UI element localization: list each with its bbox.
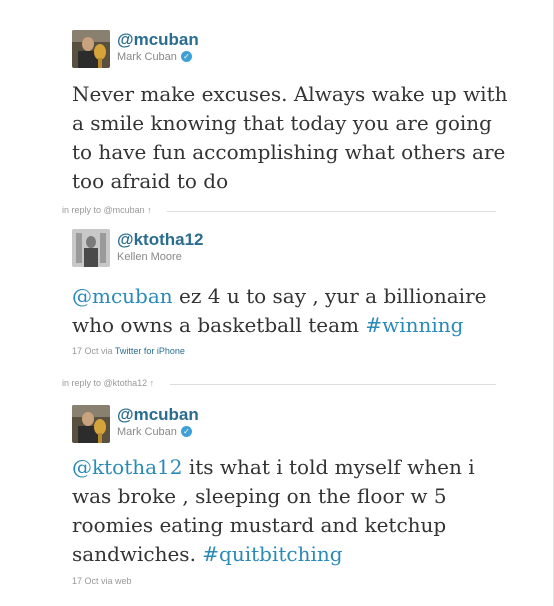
in-reply-to-link[interactable]: in reply to @ktotha12 ↑ xyxy=(62,378,159,388)
tweet-text-fragment: sandwiches. xyxy=(72,542,203,566)
tweet-meta: 17 Oct via web xyxy=(72,576,132,586)
mention-link[interactable]: @ktotha12 xyxy=(72,455,183,479)
tweet-text-fragment: who owns a basketball team xyxy=(72,313,366,337)
tweet-text-line: a smile knowing that today you are going xyxy=(72,111,492,135)
tweet-text-line: sandwiches. #quitbitching xyxy=(72,540,512,569)
in-reply-to-row: in reply to @ktotha12 ↑ xyxy=(62,378,496,388)
tweet-handle[interactable]: @mcuban xyxy=(117,30,199,50)
tweet-text-line: to have fun accomplishing what others ar… xyxy=(72,140,506,164)
tweet-text-line: roomies eating mustard and ketchup xyxy=(72,513,447,537)
in-reply-to-link[interactable]: in reply to @mcuban ↑ xyxy=(62,205,156,215)
hashtag-link[interactable]: #winning xyxy=(365,313,463,337)
in-reply-to-row: in reply to @mcuban ↑ xyxy=(62,205,496,215)
divider xyxy=(170,384,496,385)
verified-check-icon: ✓ xyxy=(180,425,192,437)
tweet-date[interactable]: 17 Oct xyxy=(72,346,99,356)
tweet-author-name: Mark Cuban ✓ xyxy=(117,425,192,438)
tweet-text-line: too afraid to do xyxy=(72,169,229,193)
avatar-mcuban[interactable] xyxy=(72,405,110,443)
tweet-text-line: @mcuban ez 4 u to say , yur a billionair… xyxy=(72,282,512,311)
author-name-text: Mark Cuban xyxy=(117,51,177,63)
mention-link[interactable]: @mcuban xyxy=(72,284,173,308)
tweet-handle[interactable]: @mcuban xyxy=(117,405,199,425)
tweet-meta: 17 Oct via Twitter for iPhone xyxy=(72,346,185,356)
tweet-author-name: Mark Cuban ✓ xyxy=(117,50,192,63)
hashtag-link[interactable]: #quitbitching xyxy=(202,542,342,566)
tweet-thread: @mcuban Mark Cuban ✓ Never make excuses. … xyxy=(0,0,554,606)
verified-check-icon: ✓ xyxy=(180,50,192,62)
tweet-handle[interactable]: @ktotha12 xyxy=(117,230,204,250)
tweet-date[interactable]: 17 Oct xyxy=(72,576,99,586)
avatar-ktotha12[interactable] xyxy=(72,229,110,267)
divider xyxy=(167,211,496,212)
tweet-text-fragment: ez 4 u to say , yur a billionaire xyxy=(172,284,487,308)
tweet-text-line: Never make excuses. Always wake up with xyxy=(72,82,508,106)
via-text: via xyxy=(98,346,115,356)
author-name-text: Mark Cuban xyxy=(117,426,177,438)
tweet-text-line: who owns a basketball team #winning xyxy=(72,311,512,340)
tweet-text-line: @ktotha12 its what i told myself when i xyxy=(72,453,512,482)
tweet-text: Never make excuses. Always wake up with … xyxy=(72,80,512,196)
via-source-text: via web xyxy=(98,576,132,586)
tweet-author-name: Kellen Moore xyxy=(117,251,182,263)
tweet-text: @mcuban ez 4 u to say , yur a billionair… xyxy=(72,282,512,340)
tweet-source-link[interactable]: Twitter for iPhone xyxy=(115,346,185,356)
avatar-mcuban[interactable] xyxy=(72,30,110,68)
tweet-text-line: was broke , sleeping on the floor w 5 xyxy=(72,484,447,508)
tweet-text: @ktotha12 its what i told myself when i … xyxy=(72,453,512,569)
tweet-text-fragment: its what i told myself when i xyxy=(182,455,475,479)
